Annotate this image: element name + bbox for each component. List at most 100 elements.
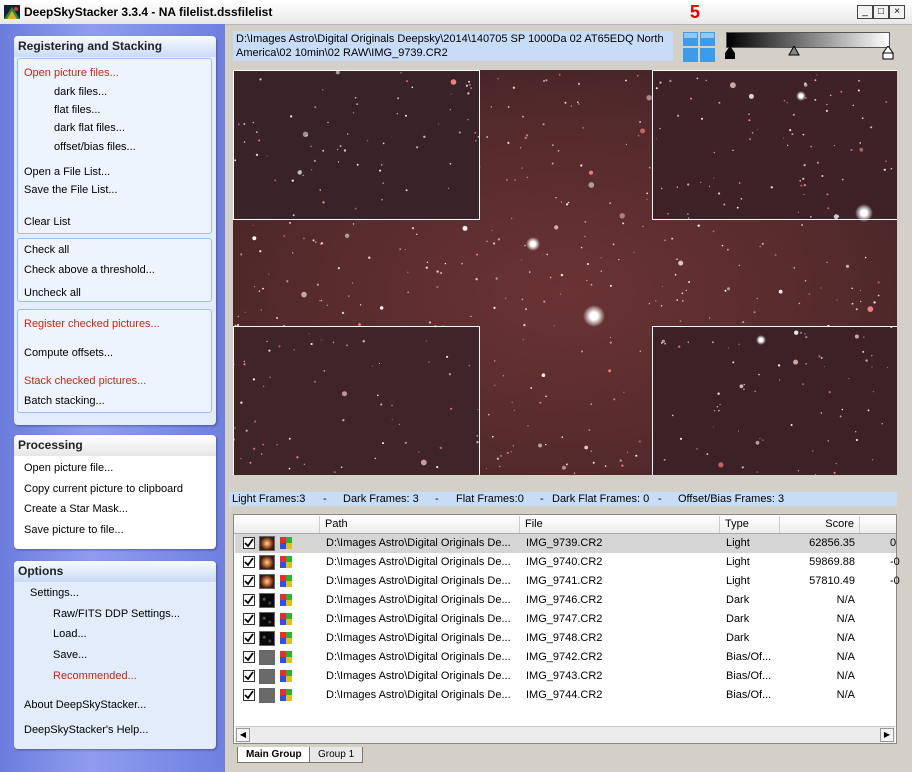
table-row[interactable]: D:\Images Astro\Digital Originals De... I… [235, 648, 896, 667]
check-all-link[interactable]: Check all [24, 244, 69, 256]
column-header-type[interactable]: Type [720, 516, 780, 533]
table-row[interactable]: D:\Images Astro\Digital Originals De... I… [235, 553, 900, 572]
row-checkbox[interactable] [243, 613, 255, 625]
row-checkbox[interactable] [243, 556, 255, 568]
maximize-button[interactable]: □ [873, 5, 889, 19]
star [399, 248, 402, 251]
levels-gradient-slider[interactable] [724, 30, 894, 62]
star [343, 149, 347, 152]
column-header-path[interactable]: Path [320, 516, 520, 533]
star [258, 139, 261, 142]
star [791, 133, 794, 136]
help-link[interactable]: DeepSkyStacker's Help... [24, 724, 148, 736]
row-checkbox[interactable] [243, 575, 255, 587]
table-row[interactable]: D:\Images Astro\Digital Originals De... I… [235, 686, 896, 705]
star [342, 419, 345, 422]
star [580, 164, 583, 167]
row-checkbox[interactable] [243, 670, 255, 682]
white-point-handle[interactable] [882, 46, 894, 60]
horizontal-scrollbar[interactable]: ◀ ▶ [235, 726, 895, 743]
column-header-score[interactable]: Score [780, 516, 860, 533]
row-checkbox[interactable] [243, 537, 255, 549]
open-picture-files-link[interactable]: Open picture files... [24, 67, 119, 79]
flat-files-link[interactable]: flat files... [54, 104, 100, 116]
table-row[interactable]: D:\Images Astro\Digital Originals De... I… [235, 629, 896, 648]
four-corners-view-icon[interactable] [683, 32, 715, 62]
recommended-settings-link[interactable]: Recommended... [53, 670, 137, 682]
save-settings-link[interactable]: Save... [53, 649, 87, 661]
row-checkbox[interactable] [243, 632, 255, 644]
color-channels-icon [280, 537, 292, 549]
offset-bias-files-link[interactable]: offset/bias files... [54, 141, 136, 153]
scroll-left-arrow-icon[interactable]: ◀ [236, 728, 250, 742]
register-checked-link[interactable]: Register checked pictures... [24, 318, 160, 330]
batch-stacking-link[interactable]: Batch stacking... [24, 395, 105, 407]
list-header: Path File Type Score [234, 516, 896, 534]
open-picture-file-link[interactable]: Open picture file... [24, 462, 113, 474]
copy-to-clipboard-link[interactable]: Copy current picture to clipboard [24, 483, 183, 495]
star [633, 251, 635, 253]
star [506, 451, 509, 454]
create-star-mask-link[interactable]: Create a Star Mask... [24, 503, 128, 515]
dark-flat-frames-count: Dark Flat Frames: 0 [552, 493, 650, 505]
settings-link[interactable]: Settings... [30, 587, 79, 599]
file-list[interactable]: Path File Type Score D:\Images Astro\Dig… [233, 514, 900, 744]
dark-files-link[interactable]: dark files... [54, 86, 107, 98]
row-checkbox[interactable] [243, 689, 255, 701]
app-logo-icon [4, 5, 20, 19]
dark-flat-files-link[interactable]: dark flat files... [54, 122, 125, 134]
midpoint-handle[interactable] [788, 46, 800, 56]
star [738, 182, 741, 184]
uncheck-all-link[interactable]: Uncheck all [24, 287, 81, 299]
star [793, 267, 795, 269]
star [339, 145, 342, 147]
close-button[interactable]: × [889, 5, 905, 19]
open-file-list-link[interactable]: Open a File List... [24, 166, 110, 178]
scroll-right-arrow-icon[interactable]: ▶ [880, 728, 894, 742]
compute-offsets-link[interactable]: Compute offsets... [24, 347, 113, 359]
star [525, 134, 529, 137]
star [313, 159, 316, 162]
tab-group-1[interactable]: Group 1 [309, 747, 364, 763]
star [759, 246, 761, 248]
star [687, 183, 690, 186]
save-file-list-link[interactable]: Save the File List... [24, 184, 118, 196]
table-row[interactable]: D:\Images Astro\Digital Originals De... I… [235, 534, 896, 553]
save-picture-link[interactable]: Save picture to file... [24, 524, 124, 536]
star [288, 467, 291, 470]
row-score: 59869.88 [809, 556, 855, 568]
row-checkbox[interactable] [243, 594, 255, 606]
column-header-file[interactable]: File [520, 516, 720, 533]
star [439, 446, 442, 450]
image-preview[interactable] [233, 70, 897, 475]
star [754, 390, 757, 393]
star [700, 117, 704, 120]
star [391, 419, 393, 421]
table-row[interactable]: D:\Images Astro\Digital Originals De... I… [235, 572, 900, 591]
options-group: Options Settings... Raw/FITS DDP Setting… [14, 561, 216, 749]
row-type: Bias/Of... [726, 651, 772, 663]
raw-fits-settings-link[interactable]: Raw/FITS DDP Settings... [53, 608, 180, 620]
table-row[interactable]: D:\Images Astro\Digital Originals De... I… [235, 667, 896, 686]
table-row[interactable]: D:\Images Astro\Digital Originals De... I… [235, 591, 896, 610]
minimize-button[interactable]: _ [857, 5, 873, 19]
row-type: Bias/Of... [726, 689, 772, 701]
row-checkbox[interactable] [243, 651, 255, 663]
star [661, 187, 663, 190]
black-point-handle[interactable] [724, 46, 736, 60]
clear-list-link[interactable]: Clear List [24, 216, 70, 228]
star [382, 142, 385, 145]
star [870, 126, 873, 129]
star [470, 87, 473, 90]
row-type: Dark [726, 632, 750, 644]
stack-checked-link[interactable]: Stack checked pictures... [24, 375, 146, 387]
table-row[interactable]: D:\Images Astro\Digital Originals De... I… [235, 610, 896, 629]
column-header-icons[interactable] [234, 516, 320, 533]
tab-main-group[interactable]: Main Group [237, 747, 311, 763]
about-link[interactable]: About DeepSkyStacker... [24, 699, 146, 711]
check-above-threshold-link[interactable]: Check above a threshold... [24, 264, 155, 276]
star [416, 233, 418, 235]
column-header-extra[interactable] [860, 516, 896, 533]
load-settings-link[interactable]: Load... [53, 628, 87, 640]
star [840, 90, 843, 93]
